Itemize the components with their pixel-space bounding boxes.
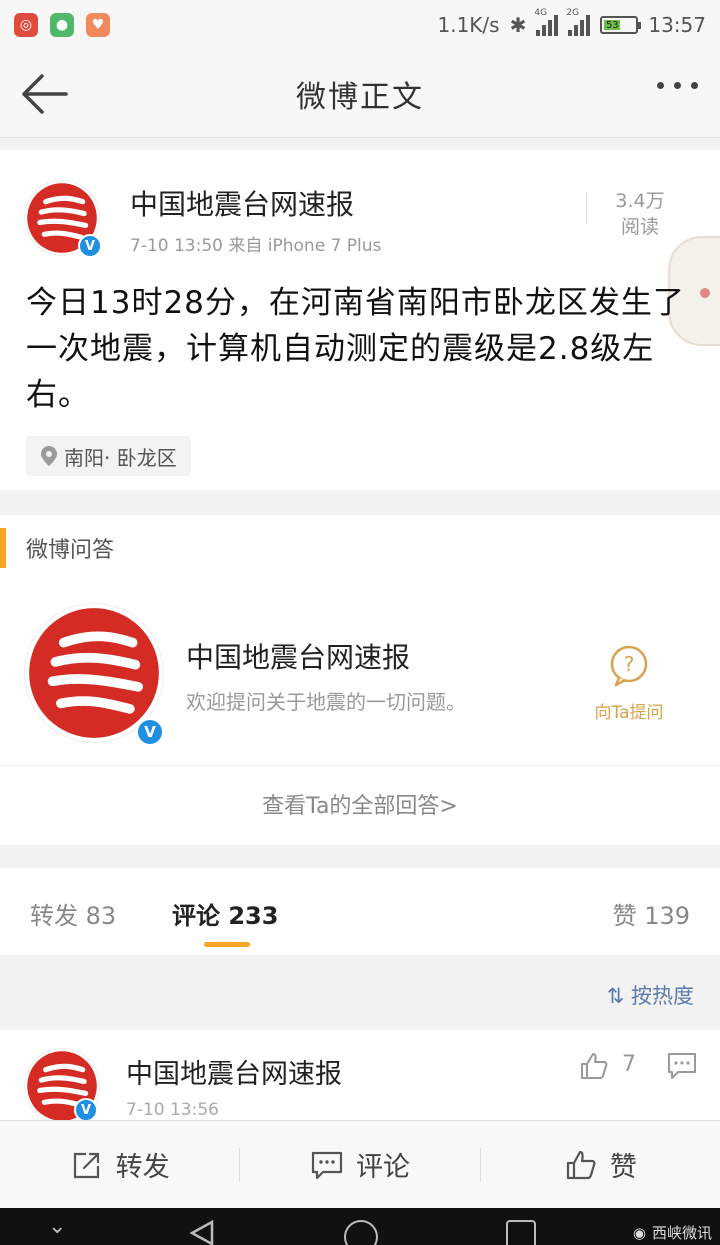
battery-level: 53 [604,19,621,31]
repost-label: 转发 [115,1152,170,1183]
tab-comments[interactable]: 评论 233 [172,896,278,931]
ask-question-label: 向Ta提问 [594,703,664,723]
qa-section-title: 微博问答 [26,538,115,563]
ask-question-button[interactable]: ? 向Ta提问 [584,644,674,723]
share-icon [73,1152,99,1178]
network-speed: 1.1K/s [437,13,500,37]
system-navigation-bar: ⌄ [0,1208,720,1245]
comment-like-count: 7 [622,1052,636,1077]
watermark: ◉ 西峡微讯 [633,1222,712,1243]
thumbs-up-icon[interactable] [578,1050,610,1082]
location-label: 南阳· 卧龙区 [64,445,177,470]
section-accent-bar [0,528,6,568]
location-tag[interactable]: 南阳· 卧龙区 [26,436,191,476]
sort-by-hot-button[interactable]: ⇅ 按热度 [607,980,694,1010]
network-type-1: 4G [534,8,548,18]
navigation-bar: 微博正文 [0,50,720,138]
comment-button[interactable]: 评论 [240,1145,479,1184]
qa-account-name[interactable]: 中国地震台网速报 [186,636,410,676]
status-bar: ◎ ● ♥ 1.1K/s ✱ 4G 2G 53 13:57 [0,0,720,50]
location-pin-icon [41,446,57,466]
wechat-icon: ◉ [632,1223,646,1242]
music-app-icon: ◎ [14,13,38,37]
sort-icon: ⇅ [606,984,625,1008]
post-meta: 7-10 13:50 来自 iPhone 7 Plus [130,236,382,256]
back-arrow-icon[interactable] [18,68,70,120]
tab-reposts[interactable]: 转发 83 [30,896,116,931]
more-options-icon[interactable] [657,82,698,89]
read-count: 3.4万 阅读 [610,188,670,240]
bottom-toolbar: 转发 评论 赞 [0,1120,720,1208]
comment-label: 评论 [355,1152,410,1183]
comment-time: 7-10 13:56 [126,1100,219,1120]
verified-badge-icon: V [78,234,102,258]
qa-description: 欢迎提问关于地震的一切问题。 [186,690,466,714]
bluetooth-icon: ✱ [509,13,527,37]
like-label: 赞 [609,1152,637,1183]
reply-icon[interactable] [666,1050,698,1082]
post-author-name[interactable]: 中国地震台网速报 [130,183,354,223]
tab-likes[interactable]: 赞 139 [613,896,690,931]
sort-label: 按热度 [631,984,694,1008]
reads-divider [586,192,587,224]
divider [0,765,720,766]
page-title: 微博正文 [296,79,424,115]
watermark-text: 西峡微讯 [651,1224,712,1242]
network-type-2: 2G [566,8,580,18]
read-count-label: 阅读 [620,216,659,238]
like-button[interactable]: 赞 [481,1145,720,1184]
question-bubble-icon: ? [610,645,648,687]
thumbs-up-icon [566,1150,596,1179]
verified-badge-icon: V [136,718,164,746]
chat-app-icon: ● [50,13,74,37]
recent-apps-icon[interactable] [506,1220,536,1245]
signal-4g-icon: 4G [534,8,559,36]
active-tab-indicator [204,942,250,947]
comment-item [0,1030,720,1120]
repost-button[interactable]: 转发 [0,1145,239,1184]
view-all-answers-link[interactable]: 查看Ta的全部回答> [0,788,720,820]
commenter-name[interactable]: 中国地震台网速报 [126,1052,342,1091]
back-triangle-icon[interactable] [186,1218,216,1245]
verified-badge-icon: V [74,1098,98,1122]
read-count-value: 3.4万 [615,190,665,212]
svg-text:?: ? [624,652,635,676]
battery-icon: 53 [600,16,642,34]
signal-2g-icon: 2G [566,8,591,36]
dismiss-icon[interactable]: ⌄ [48,1214,66,1239]
heart-app-icon: ♥ [86,13,110,37]
clock: 13:57 [648,13,706,37]
post-content: 今日13时28分，在河南省南阳市卧龙区发生了一次地震，计算机自动测定的震级是2.… [26,285,685,413]
home-circle-icon[interactable] [344,1220,378,1245]
comment-icon [311,1151,343,1179]
